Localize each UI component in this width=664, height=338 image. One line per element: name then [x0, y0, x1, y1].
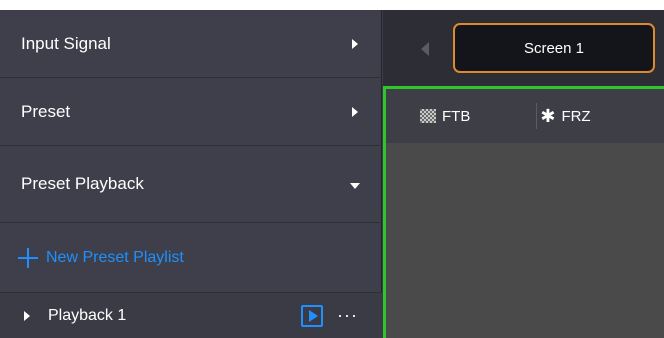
- playlist-name: Playback 1: [48, 306, 127, 324]
- menu-item-preset-playback[interactable]: Preset Playback: [0, 146, 382, 223]
- previous-screen-arrow-icon[interactable]: [421, 42, 429, 56]
- menu-item-label: Preset Playback: [21, 174, 144, 193]
- frz-label: FRZ: [561, 107, 591, 125]
- menu-item-label: Preset: [21, 101, 71, 121]
- playlist-row[interactable]: Playback 1 ···: [0, 293, 382, 338]
- screen-tab-screen-1[interactable]: Screen 1: [453, 23, 655, 73]
- plus-icon: [18, 247, 38, 268]
- menu-item-label: Input Signal: [21, 33, 111, 53]
- screen-tab-label: Screen 1: [523, 39, 585, 57]
- more-options-button[interactable]: ···: [337, 305, 358, 326]
- chevron-right-icon: [340, 38, 370, 49]
- chevron-right-icon: [340, 106, 370, 117]
- frz-button[interactable]: ✱ FRZ: [540, 107, 590, 125]
- menu-item-preset[interactable]: Preset: [0, 78, 382, 146]
- screen-tab-bar: Screen 1: [383, 10, 664, 86]
- canvas-toolbar: FTB ✱ FRZ: [386, 89, 664, 143]
- checkerboard-icon: [420, 109, 436, 123]
- toolbar-divider: [536, 103, 537, 129]
- screen-canvas[interactable]: FTB ✱ FRZ: [383, 86, 664, 338]
- snowflake-icon: ✱: [540, 106, 556, 126]
- new-preset-playlist-button[interactable]: New Preset Playlist: [0, 223, 382, 293]
- sidebar: Input Signal Preset Preset Playback New …: [0, 10, 382, 338]
- menu-item-input-signal[interactable]: Input Signal: [0, 10, 382, 78]
- expand-arrow-icon[interactable]: [24, 310, 30, 321]
- new-playlist-label: New Preset Playlist: [46, 248, 184, 266]
- ftb-button[interactable]: FTB: [420, 108, 470, 125]
- play-icon: [308, 309, 318, 322]
- app-window: Input Signal Preset Preset Playback New …: [0, 10, 664, 338]
- ftb-label: FTB: [442, 107, 471, 125]
- play-button[interactable]: [301, 304, 324, 327]
- chevron-down-icon: [340, 180, 370, 189]
